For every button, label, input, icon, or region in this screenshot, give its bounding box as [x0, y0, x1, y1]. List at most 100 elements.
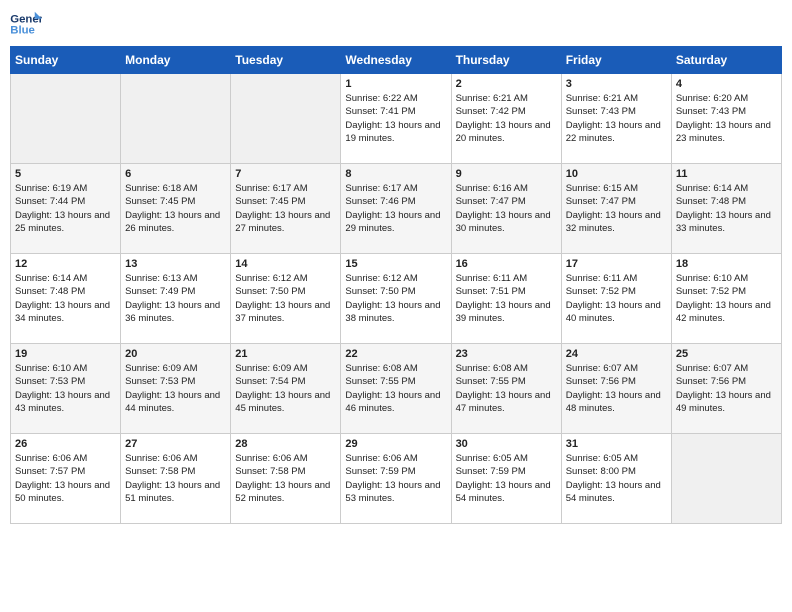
calendar-cell: 18 Sunrise: 6:10 AM Sunset: 7:52 PM Dayli…: [671, 254, 781, 344]
calendar-cell: 7Sunrise: 6:17 AM Sunset: 7:45 PM Daylig…: [231, 164, 341, 254]
day-info: Sunrise: 6:20 AM Sunset: 7:43 PM Dayligh…: [676, 92, 777, 145]
day-info: Sunrise: 6:14 AM Sunset: 7:48 PM Dayligh…: [676, 182, 777, 235]
page-header: General Blue: [10, 10, 782, 38]
day-info: Sunrise: 6:21 AM Sunset: 7:42 PM Dayligh…: [456, 92, 557, 145]
day-number: 10: [566, 168, 667, 180]
logo: General Blue: [10, 10, 42, 38]
day-number: 18: [676, 258, 777, 270]
calendar-week-row: 5 Sunrise: 6:19 AM Sunset: 7:44 PM Daylig…: [11, 164, 782, 254]
calendar-cell: 19Sunrise: 6:10 AM Sunset: 7:53 PM Dayli…: [11, 344, 121, 434]
day-number: 29: [345, 438, 446, 450]
calendar-cell: 28 Sunrise: 6:06 AM Sunset: 7:58 PM Dayli…: [231, 434, 341, 524]
day-info: Sunrise: 6:09 AM Sunset: 7:53 PM Dayligh…: [125, 362, 226, 415]
weekday-header-row: SundayMondayTuesdayWednesdayThursdayFrid…: [11, 47, 782, 74]
day-info: Sunrise: 6:05 AM Sunset: 8:00 PM Dayligh…: [566, 452, 667, 505]
weekday-header: Sunday: [11, 47, 121, 74]
day-number: 21: [235, 348, 336, 360]
calendar-cell: 25 Sunrise: 6:07 AM Sunset: 7:56 PM Dayli…: [671, 344, 781, 434]
day-number: 23: [456, 348, 557, 360]
day-info: Sunrise: 6:21 AM Sunset: 7:43 PM Dayligh…: [566, 92, 667, 145]
calendar-week-row: 19Sunrise: 6:10 AM Sunset: 7:53 PM Dayli…: [11, 344, 782, 434]
day-number: 8: [345, 168, 446, 180]
day-info: Sunrise: 6:13 AM Sunset: 7:49 PM Dayligh…: [125, 272, 226, 325]
calendar-cell: 21 Sunrise: 6:09 AM Sunset: 7:54 PM Dayli…: [231, 344, 341, 434]
calendar-cell: [11, 74, 121, 164]
day-info: Sunrise: 6:08 AM Sunset: 7:55 PM Dayligh…: [456, 362, 557, 415]
day-number: 14: [235, 258, 336, 270]
weekday-header: Monday: [121, 47, 231, 74]
day-info: Sunrise: 6:15 AM Sunset: 7:47 PM Dayligh…: [566, 182, 667, 235]
calendar-cell: 16 Sunrise: 6:11 AM Sunset: 7:51 PM Dayli…: [451, 254, 561, 344]
calendar-cell: 10 Sunrise: 6:15 AM Sunset: 7:47 PM Dayli…: [561, 164, 671, 254]
calendar-cell: 27 Sunrise: 6:06 AM Sunset: 7:58 PM Dayli…: [121, 434, 231, 524]
calendar-cell: 9Sunrise: 6:16 AM Sunset: 7:47 PM Daylig…: [451, 164, 561, 254]
calendar-cell: 4 Sunrise: 6:20 AM Sunset: 7:43 PM Daylig…: [671, 74, 781, 164]
svg-text:Blue: Blue: [10, 25, 35, 37]
day-info: Sunrise: 6:07 AM Sunset: 7:56 PM Dayligh…: [566, 362, 667, 415]
day-info: Sunrise: 6:17 AM Sunset: 7:45 PM Dayligh…: [235, 182, 336, 235]
day-number: 4: [676, 78, 777, 90]
day-info: Sunrise: 6:12 AM Sunset: 7:50 PM Dayligh…: [345, 272, 446, 325]
day-number: 25: [676, 348, 777, 360]
day-number: 6: [125, 168, 226, 180]
weekday-header: Saturday: [671, 47, 781, 74]
day-info: Sunrise: 6:06 AM Sunset: 7:59 PM Dayligh…: [345, 452, 446, 505]
day-info: Sunrise: 6:18 AM Sunset: 7:45 PM Dayligh…: [125, 182, 226, 235]
day-info: Sunrise: 6:06 AM Sunset: 7:58 PM Dayligh…: [235, 452, 336, 505]
day-number: 5: [15, 168, 116, 180]
day-number: 13: [125, 258, 226, 270]
day-info: Sunrise: 6:11 AM Sunset: 7:52 PM Dayligh…: [566, 272, 667, 325]
day-info: Sunrise: 6:11 AM Sunset: 7:51 PM Dayligh…: [456, 272, 557, 325]
calendar-cell: [231, 74, 341, 164]
day-number: 16: [456, 258, 557, 270]
day-info: Sunrise: 6:10 AM Sunset: 7:52 PM Dayligh…: [676, 272, 777, 325]
day-info: Sunrise: 6:09 AM Sunset: 7:54 PM Dayligh…: [235, 362, 336, 415]
day-number: 20: [125, 348, 226, 360]
day-info: Sunrise: 6:14 AM Sunset: 7:48 PM Dayligh…: [15, 272, 116, 325]
calendar-table: SundayMondayTuesdayWednesdayThursdayFrid…: [10, 46, 782, 524]
calendar-cell: 26 Sunrise: 6:06 AM Sunset: 7:57 PM Dayli…: [11, 434, 121, 524]
calendar-cell: 31 Sunrise: 6:05 AM Sunset: 8:00 PM Dayli…: [561, 434, 671, 524]
calendar-cell: 6 Sunrise: 6:18 AM Sunset: 7:45 PM Daylig…: [121, 164, 231, 254]
calendar-cell: 13 Sunrise: 6:13 AM Sunset: 7:49 PM Dayli…: [121, 254, 231, 344]
weekday-header: Thursday: [451, 47, 561, 74]
day-number: 30: [456, 438, 557, 450]
day-number: 11: [676, 168, 777, 180]
calendar-cell: [671, 434, 781, 524]
weekday-header: Friday: [561, 47, 671, 74]
day-info: Sunrise: 6:07 AM Sunset: 7:56 PM Dayligh…: [676, 362, 777, 415]
calendar-cell: 17 Sunrise: 6:11 AM Sunset: 7:52 PM Dayli…: [561, 254, 671, 344]
logo-icon: General Blue: [10, 10, 42, 38]
day-info: Sunrise: 6:06 AM Sunset: 7:57 PM Dayligh…: [15, 452, 116, 505]
day-number: 22: [345, 348, 446, 360]
calendar-cell: 8 Sunrise: 6:17 AM Sunset: 7:46 PM Daylig…: [341, 164, 451, 254]
weekday-header: Tuesday: [231, 47, 341, 74]
day-info: Sunrise: 6:12 AM Sunset: 7:50 PM Dayligh…: [235, 272, 336, 325]
calendar-cell: 11 Sunrise: 6:14 AM Sunset: 7:48 PM Dayli…: [671, 164, 781, 254]
day-number: 2: [456, 78, 557, 90]
calendar-week-row: 12 Sunrise: 6:14 AM Sunset: 7:48 PM Dayli…: [11, 254, 782, 344]
day-number: 28: [235, 438, 336, 450]
day-info: Sunrise: 6:17 AM Sunset: 7:46 PM Dayligh…: [345, 182, 446, 235]
day-number: 26: [15, 438, 116, 450]
day-info: Sunrise: 6:19 AM Sunset: 7:44 PM Dayligh…: [15, 182, 116, 235]
calendar-cell: 20 Sunrise: 6:09 AM Sunset: 7:53 PM Dayli…: [121, 344, 231, 434]
day-info: Sunrise: 6:05 AM Sunset: 7:59 PM Dayligh…: [456, 452, 557, 505]
calendar-week-row: 26 Sunrise: 6:06 AM Sunset: 7:57 PM Dayli…: [11, 434, 782, 524]
day-info: Sunrise: 6:08 AM Sunset: 7:55 PM Dayligh…: [345, 362, 446, 415]
calendar-cell: 30 Sunrise: 6:05 AM Sunset: 7:59 PM Dayli…: [451, 434, 561, 524]
calendar-week-row: 1Sunrise: 6:22 AM Sunset: 7:41 PM Daylig…: [11, 74, 782, 164]
day-number: 24: [566, 348, 667, 360]
calendar-cell: [121, 74, 231, 164]
calendar-cell: 2 Sunrise: 6:21 AM Sunset: 7:42 PM Daylig…: [451, 74, 561, 164]
day-number: 17: [566, 258, 667, 270]
calendar-cell: 23 Sunrise: 6:08 AM Sunset: 7:55 PM Dayli…: [451, 344, 561, 434]
day-number: 27: [125, 438, 226, 450]
day-number: 19: [15, 348, 116, 360]
day-info: Sunrise: 6:06 AM Sunset: 7:58 PM Dayligh…: [125, 452, 226, 505]
day-number: 31: [566, 438, 667, 450]
calendar-cell: 12 Sunrise: 6:14 AM Sunset: 7:48 PM Dayli…: [11, 254, 121, 344]
day-number: 12: [15, 258, 116, 270]
calendar-cell: 24 Sunrise: 6:07 AM Sunset: 7:56 PM Dayli…: [561, 344, 671, 434]
calendar-cell: 14 Sunrise: 6:12 AM Sunset: 7:50 PM Dayli…: [231, 254, 341, 344]
